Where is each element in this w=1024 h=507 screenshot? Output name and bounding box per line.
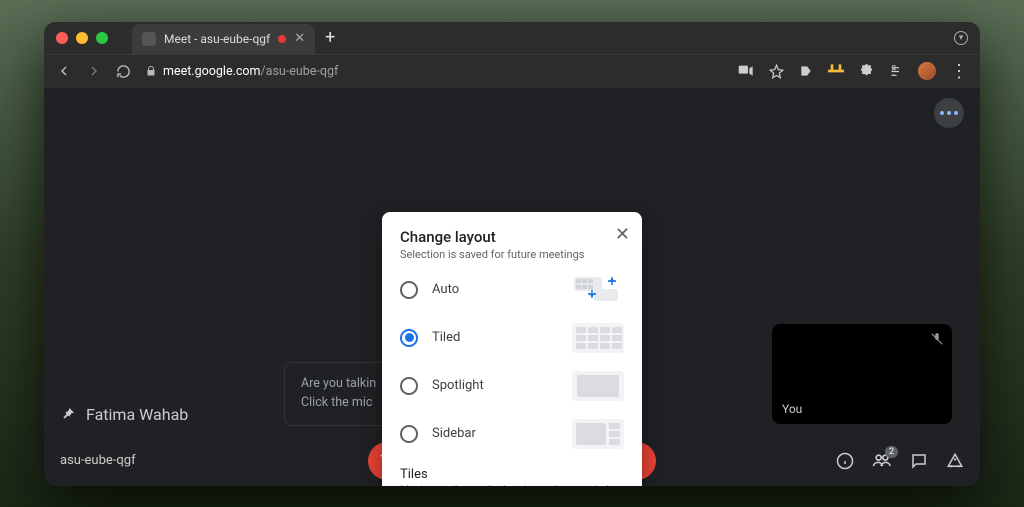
reading-list-icon[interactable] bbox=[888, 63, 904, 79]
close-dialog-button[interactable]: ✕ bbox=[615, 224, 630, 245]
browser-toolbar: meet.google.com/asu-eube-qgf ⋮ bbox=[44, 54, 980, 88]
extension-1-icon[interactable] bbox=[798, 63, 814, 79]
meeting-more-actions-button[interactable] bbox=[934, 98, 964, 128]
titlebar: Meet - asu-eube-qgf ✕ + ▾ bbox=[44, 22, 980, 54]
layout-option-label: Spotlight bbox=[432, 378, 558, 393]
tab-media-icon[interactable] bbox=[738, 63, 754, 79]
pin-icon bbox=[60, 406, 76, 422]
people-count-badge: 2 bbox=[885, 446, 898, 458]
meeting-id: asu-eube-qgf bbox=[60, 453, 136, 468]
lock-icon bbox=[145, 65, 157, 77]
profile-avatar[interactable] bbox=[918, 62, 936, 80]
dialog-subtitle: Selection is saved for future meetings bbox=[400, 248, 624, 261]
reload-button[interactable] bbox=[116, 64, 131, 79]
close-tab-button[interactable]: ✕ bbox=[294, 31, 305, 46]
dialog-title: Change layout bbox=[400, 228, 624, 246]
radio-auto[interactable] bbox=[400, 281, 418, 299]
layout-options: Auto Tiled Spotlight Sidebar bbox=[400, 275, 624, 449]
layout-option-label: Tiled bbox=[432, 330, 558, 345]
browser-menu-button[interactable]: ⋮ bbox=[950, 61, 968, 82]
meet-favicon-icon bbox=[142, 32, 156, 46]
toolbar-right: ⋮ bbox=[738, 61, 968, 82]
pinned-participant: Fatima Wahab bbox=[60, 405, 188, 424]
people-button[interactable]: 2 bbox=[872, 452, 892, 470]
meet-content: Fatima Wahab Are you talkin Click the mi… bbox=[44, 88, 980, 486]
address-bar[interactable]: meet.google.com/asu-eube-qgf bbox=[145, 64, 338, 79]
extensions-icon[interactable] bbox=[858, 63, 874, 79]
url-text: meet.google.com/asu-eube-qgf bbox=[163, 64, 338, 79]
radio-tiled[interactable] bbox=[400, 329, 418, 347]
radio-sidebar[interactable] bbox=[400, 425, 418, 443]
forward-button[interactable] bbox=[86, 63, 102, 79]
tiles-title: Tiles bbox=[400, 467, 624, 482]
fullscreen-window-button[interactable] bbox=[96, 32, 108, 44]
layout-thumb-sidebar-icon bbox=[572, 419, 624, 449]
layout-option-sidebar[interactable]: Sidebar bbox=[400, 419, 624, 449]
layout-thumb-spotlight-icon bbox=[572, 371, 624, 401]
self-view-label: You bbox=[782, 402, 802, 416]
right-controls: 2 bbox=[836, 452, 964, 470]
layout-option-tiled[interactable]: Tiled bbox=[400, 323, 624, 353]
mic-muted-icon bbox=[930, 332, 944, 346]
layout-thumb-tiled-icon bbox=[572, 323, 624, 353]
tiles-desc: Maximum tiles to display, depending on w… bbox=[400, 483, 624, 486]
back-button[interactable] bbox=[56, 63, 72, 79]
chat-button[interactable] bbox=[910, 452, 928, 470]
bookmark-star-icon[interactable] bbox=[768, 63, 784, 79]
tiles-section: Tiles Maximum tiles to display, dependin… bbox=[400, 467, 624, 486]
minimize-window-button[interactable] bbox=[76, 32, 88, 44]
close-window-button[interactable] bbox=[56, 32, 68, 44]
activities-button[interactable] bbox=[946, 452, 964, 470]
layout-option-label: Sidebar bbox=[432, 426, 558, 441]
url-host: meet.google.com bbox=[163, 64, 261, 79]
new-tab-button[interactable]: + bbox=[325, 27, 335, 48]
radio-spotlight[interactable] bbox=[400, 377, 418, 395]
titlebar-right: ▾ bbox=[954, 31, 968, 45]
layout-option-auto[interactable]: Auto bbox=[400, 275, 624, 305]
browser-tab[interactable]: Meet - asu-eube-qgf ✕ bbox=[132, 24, 315, 54]
url-path: /asu-eube-qgf bbox=[261, 64, 339, 79]
meeting-details-button[interactable] bbox=[836, 452, 854, 470]
layout-thumb-auto-icon bbox=[572, 275, 624, 305]
extension-2-icon[interactable] bbox=[828, 63, 844, 79]
self-view-tile[interactable]: You bbox=[772, 324, 952, 424]
layout-option-label: Auto bbox=[432, 282, 558, 297]
tab-title: Meet - asu-eube-qgf bbox=[164, 32, 270, 46]
recording-indicator-icon bbox=[278, 35, 286, 43]
titlebar-menu-icon[interactable]: ▾ bbox=[954, 31, 968, 45]
window-controls bbox=[56, 32, 108, 44]
change-layout-dialog: ✕ Change layout Selection is saved for f… bbox=[382, 212, 642, 486]
pinned-name: Fatima Wahab bbox=[86, 405, 188, 424]
layout-option-spotlight[interactable]: Spotlight bbox=[400, 371, 624, 401]
browser-window: Meet - asu-eube-qgf ✕ + ▾ meet.google.co… bbox=[44, 22, 980, 486]
